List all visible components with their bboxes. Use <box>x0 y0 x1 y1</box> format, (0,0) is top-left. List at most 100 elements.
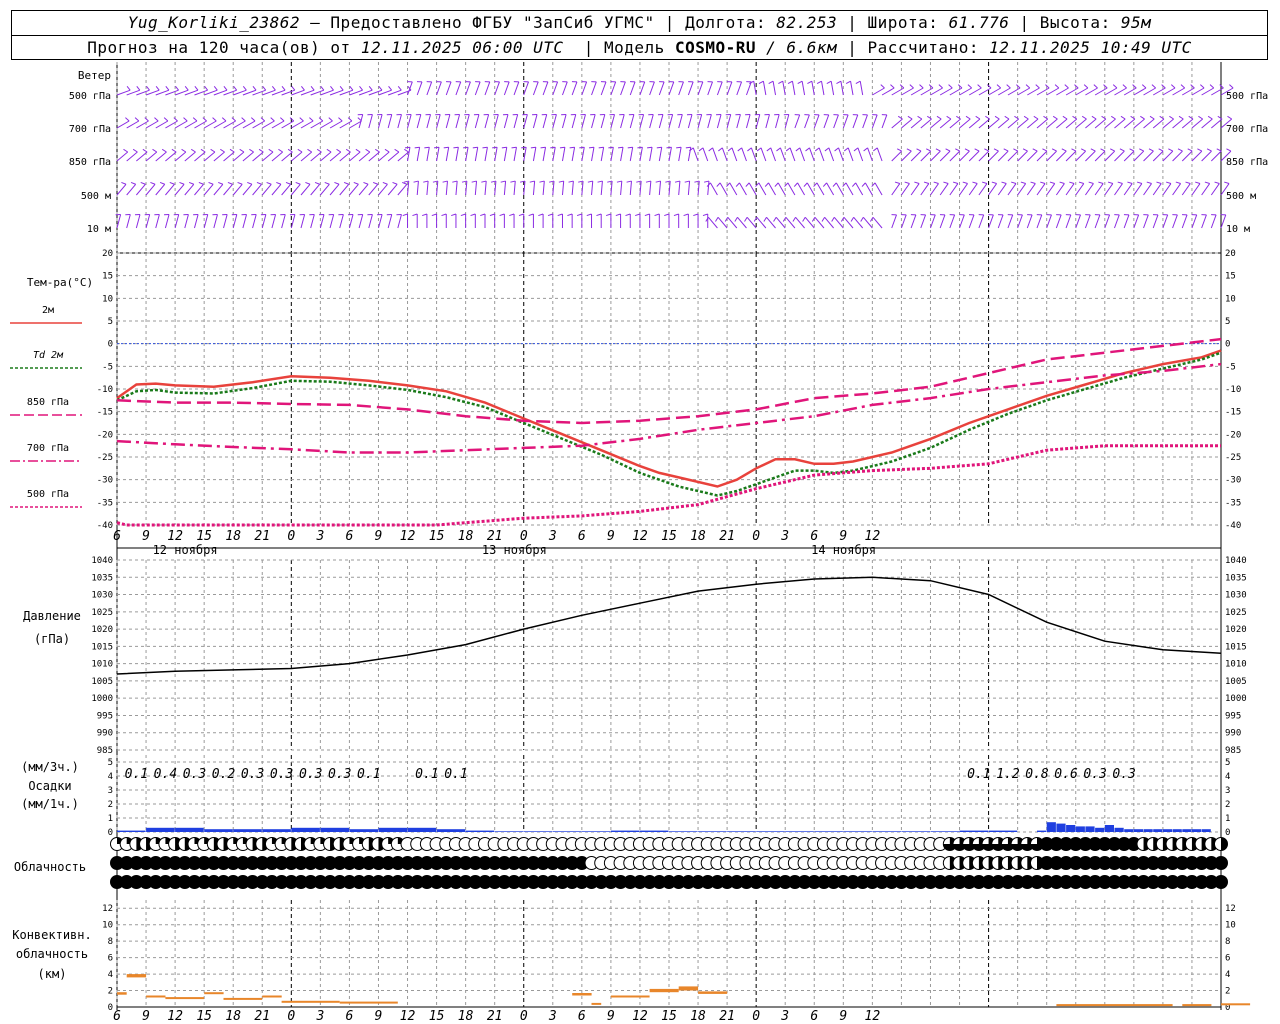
wind-barb-feather <box>181 148 187 153</box>
wind-barb <box>1075 87 1089 96</box>
wind-barb <box>378 183 388 196</box>
wind-barb-feather <box>923 181 929 185</box>
wind-barb-feather <box>482 146 488 149</box>
wind-barb-feather <box>962 181 968 185</box>
wind-barb <box>145 183 156 196</box>
cloud-title: Облачность <box>14 860 86 874</box>
wind-barb <box>194 183 204 196</box>
wind-barb <box>658 114 664 129</box>
wind-barb-feather <box>300 85 305 91</box>
conv-bar <box>1056 1004 1173 1007</box>
wind-barb <box>687 181 691 196</box>
temp-tick-right: -5 <box>1225 362 1236 372</box>
precip-bar <box>901 831 930 832</box>
wind-barb-feather <box>676 146 682 149</box>
wind-barb-feather <box>576 213 582 217</box>
wind-barb <box>901 87 914 96</box>
wind-barb <box>1094 118 1107 129</box>
wind-barb <box>184 183 195 196</box>
hour-label-bottom: 6 <box>810 1009 818 1024</box>
wind-barb-feather <box>1187 148 1193 152</box>
temp-tick-left: 10 <box>102 294 113 304</box>
wind-barb <box>959 183 968 196</box>
wind-barb <box>1036 214 1043 229</box>
wind-barb <box>949 183 959 196</box>
wind-barb-feather <box>220 148 225 153</box>
wind-barb <box>262 120 275 129</box>
conv-bar <box>146 995 166 998</box>
wind-barb <box>1007 118 1019 129</box>
wind-barb <box>252 214 257 229</box>
wind-barb-feather <box>1022 148 1028 152</box>
pressure-tick-left: 1030 <box>91 591 113 601</box>
pressure-tick-right: 1005 <box>1225 677 1247 687</box>
wind-barb <box>329 120 343 129</box>
wind-barb-feather <box>981 181 988 185</box>
wind-barb <box>745 114 751 129</box>
wind-barb <box>1211 87 1224 96</box>
wind-barb-feather <box>1042 148 1048 152</box>
wind-barb-feather <box>737 147 742 152</box>
wind-barb <box>1210 150 1222 162</box>
wind-barb-feather <box>150 181 156 185</box>
wind-barb <box>620 114 625 129</box>
wind-barb-feather <box>175 85 179 91</box>
wind-barb-feather <box>316 148 322 153</box>
wind-barb-feather <box>268 148 274 153</box>
wind-barb <box>184 151 196 162</box>
wind-barb <box>864 182 873 196</box>
wind-barb <box>697 81 704 96</box>
hour-label-mid: 18 <box>690 529 706 544</box>
precip-total-label: 0.1 <box>444 767 467 782</box>
wind-barb-feather <box>144 117 149 122</box>
hour-label-mid: 6 <box>810 529 818 544</box>
hour-label-bottom: 3 <box>780 1009 789 1024</box>
wind-barb <box>1046 150 1057 162</box>
wind-barb <box>174 120 188 129</box>
wind-barb-feather <box>637 146 643 149</box>
wind-barb <box>358 151 371 162</box>
wind-barb <box>610 81 617 96</box>
wind-barb <box>542 81 549 96</box>
wind-barb-feather <box>803 182 808 187</box>
hour-label-bottom: 6 <box>346 1009 354 1024</box>
wind-barb-feather <box>967 84 972 89</box>
wind-barb-feather <box>152 148 158 153</box>
wind-barb <box>348 214 354 229</box>
wind-barb <box>1152 183 1162 196</box>
wind-barb <box>988 87 1001 96</box>
wind-barb <box>174 151 187 162</box>
wind-barb <box>775 216 786 229</box>
wind-barb <box>835 182 844 196</box>
precip-bar <box>1182 829 1192 832</box>
wind-barb-feather <box>735 182 740 187</box>
wind-barb <box>1065 183 1075 196</box>
wind-barb-feather <box>1032 148 1038 152</box>
wind-barb-feather <box>928 84 934 89</box>
wind-barb <box>658 81 665 96</box>
conv-tick-left: 6 <box>108 954 113 964</box>
wind-barb-feather <box>1100 148 1106 152</box>
hour-label-bottom: 12 <box>632 1009 648 1024</box>
wind-barb-feather <box>276 181 282 185</box>
wind-barb <box>959 214 965 229</box>
wind-barb <box>397 151 409 162</box>
wind-barb <box>791 81 796 96</box>
wind-barb-feather <box>1204 181 1210 185</box>
wind-barb <box>1026 183 1036 196</box>
wind-barb-feather <box>615 213 621 217</box>
conv-tick-right: 12 <box>1225 904 1236 914</box>
wind-barb-feather <box>1119 148 1125 152</box>
wind-barb-feather <box>598 146 604 149</box>
wind-barb <box>494 114 499 129</box>
wind-barb <box>1172 87 1185 96</box>
pressure-tick-right: 1035 <box>1225 573 1247 583</box>
wind-barb <box>339 151 351 162</box>
wind-barb-feather <box>797 80 803 85</box>
wind-barb <box>910 150 922 162</box>
wind-barb-feather <box>845 80 851 85</box>
conv-bar <box>591 1002 602 1005</box>
wind-barb-feather <box>146 85 150 91</box>
temp-tick-left: -35 <box>97 498 113 508</box>
conv-tick-left: 4 <box>108 970 113 980</box>
